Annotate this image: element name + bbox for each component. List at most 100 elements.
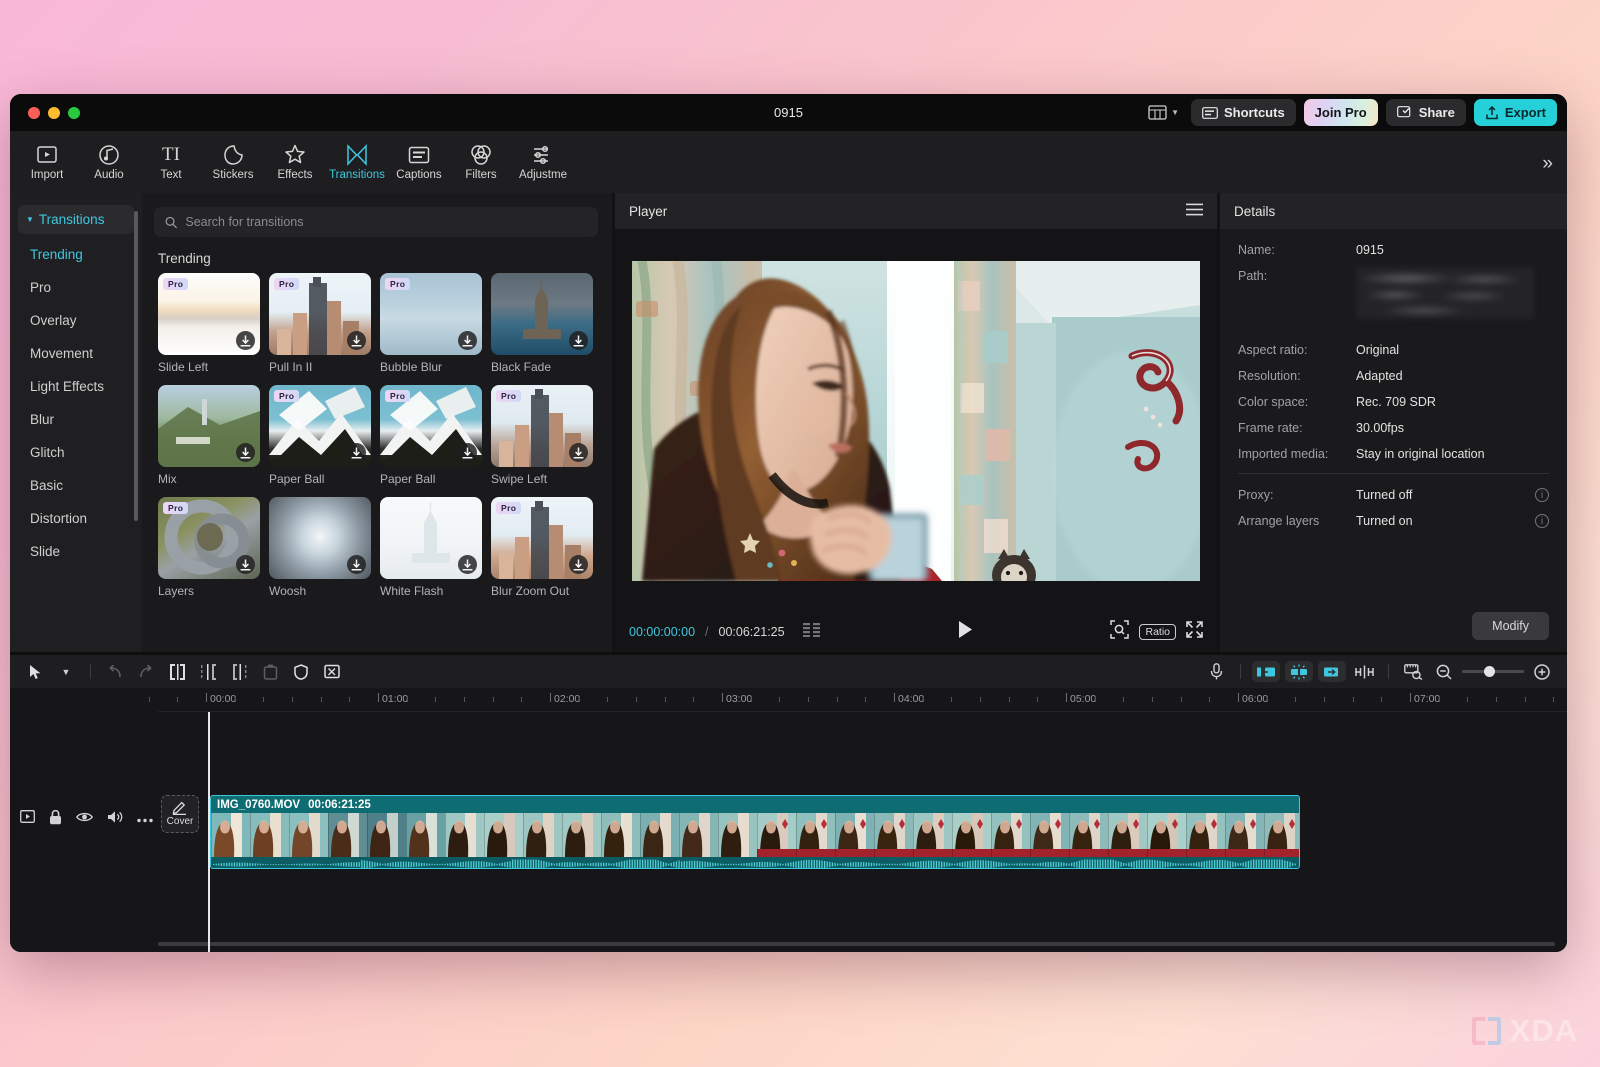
snapshot-button[interactable] <box>1110 620 1130 644</box>
transition-card[interactable]: Pro Blur Zoom Out <box>491 497 593 598</box>
download-button[interactable] <box>236 331 255 350</box>
transition-card[interactable]: Pro Slide Left <box>158 273 260 374</box>
tab-import[interactable]: Import <box>16 144 78 181</box>
category-overlay[interactable]: Overlay <box>10 304 142 337</box>
shortcuts-button[interactable]: Shortcuts <box>1191 99 1296 126</box>
category-blur[interactable]: Blur <box>10 403 142 436</box>
library-group-transitions[interactable]: ▼ Transitions <box>18 205 134 234</box>
measure-button[interactable] <box>1400 660 1426 684</box>
transition-card[interactable]: Pro Swipe Left <box>491 385 593 486</box>
export-button[interactable]: Export <box>1473 99 1557 126</box>
crop-button[interactable] <box>319 660 345 684</box>
category-distortion[interactable]: Distortion <box>10 502 142 535</box>
keyframe-button[interactable] <box>1351 660 1377 684</box>
transition-thumbnail[interactable]: Pro <box>269 273 371 355</box>
track-area[interactable]: IMG_0760.MOV 00:06:21:25 <box>158 712 1567 952</box>
timeline-ruler[interactable]: 00:00 01:00 02:00 03:00 04:00 05:00 06:00 07:00 <box>148 688 1567 712</box>
toggle-visibility-button[interactable] <box>75 810 94 830</box>
download-button[interactable] <box>458 331 477 350</box>
play-button[interactable] <box>958 621 973 643</box>
tab-transitions[interactable]: Transitions <box>326 143 388 181</box>
info-icon[interactable]: i <box>1535 514 1549 528</box>
search-bar[interactable] <box>154 207 598 237</box>
protect-button[interactable] <box>288 660 314 684</box>
undo-button[interactable] <box>102 660 128 684</box>
trim-right-button[interactable] <box>226 660 252 684</box>
toolbar-overflow-button[interactable]: » <box>1542 153 1553 175</box>
tab-audio[interactable]: Audio <box>78 144 140 181</box>
transition-card[interactable]: Black Fade <box>491 273 593 374</box>
transition-card[interactable]: Pro Pull In II <box>269 273 371 374</box>
track-preview-button[interactable] <box>20 810 35 830</box>
category-movement[interactable]: Movement <box>10 337 142 370</box>
download-button[interactable] <box>347 331 366 350</box>
redo-button[interactable] <box>133 660 159 684</box>
tab-effects[interactable]: Effects <box>264 144 326 181</box>
category-trending[interactable]: Trending <box>10 238 142 271</box>
track-more-button[interactable] <box>137 810 153 830</box>
transition-thumbnail[interactable]: Pro <box>158 497 260 579</box>
lock-track-button[interactable] <box>49 809 62 830</box>
zoom-out-button[interactable] <box>1431 660 1457 684</box>
close-window-button[interactable] <box>28 106 40 119</box>
transition-thumbnail[interactable]: Pro <box>158 273 260 355</box>
mute-track-button[interactable] <box>107 810 123 830</box>
timeline-clip[interactable]: IMG_0760.MOV 00:06:21:25 <box>210 795 1300 869</box>
category-light-effects[interactable]: Light Effects <box>10 370 142 403</box>
tab-adjustme[interactable]: Adjustme <box>512 144 574 181</box>
layout-button[interactable]: ▼ <box>1144 101 1183 124</box>
maximize-window-button[interactable] <box>68 106 80 119</box>
video-preview[interactable] <box>632 260 1200 581</box>
insert-left-button[interactable] <box>1252 661 1280 682</box>
category-slide[interactable]: Slide <box>10 535 142 568</box>
share-button[interactable]: Share <box>1385 99 1466 126</box>
transition-card[interactable]: White Flash <box>380 497 482 598</box>
transition-thumbnail[interactable]: Pro <box>491 385 593 467</box>
info-icon[interactable]: i <box>1535 488 1549 502</box>
tab-text[interactable]: TI Text <box>140 144 202 181</box>
download-button[interactable] <box>458 555 477 574</box>
transition-card[interactable]: Woosh <box>269 497 371 598</box>
minimize-window-button[interactable] <box>48 106 60 119</box>
transition-thumbnail[interactable]: Pro <box>269 385 371 467</box>
category-pro[interactable]: Pro <box>10 271 142 304</box>
playhead[interactable] <box>208 712 210 952</box>
category-glitch[interactable]: Glitch <box>10 436 142 469</box>
transition-thumbnail[interactable] <box>269 497 371 579</box>
transition-thumbnail[interactable]: Pro <box>380 385 482 467</box>
download-button[interactable] <box>236 555 255 574</box>
transition-card[interactable]: Pro Paper Ball <box>380 385 482 486</box>
download-button[interactable] <box>569 331 588 350</box>
delete-button[interactable] <box>257 660 283 684</box>
trim-left-button[interactable] <box>195 660 221 684</box>
transition-card[interactable]: Pro Layers <box>158 497 260 598</box>
tab-captions[interactable]: Captions <box>388 144 450 181</box>
category-scrollbar[interactable] <box>134 211 138 521</box>
search-input[interactable] <box>185 215 587 229</box>
download-button[interactable] <box>569 555 588 574</box>
transition-thumbnail[interactable] <box>380 497 482 579</box>
modify-button[interactable]: Modify <box>1472 612 1549 640</box>
tab-filters[interactable]: Filters <box>450 144 512 181</box>
record-voiceover-button[interactable] <box>1203 660 1229 684</box>
zoom-slider[interactable] <box>1462 666 1524 677</box>
cursor-tool-dropdown[interactable]: ▼ <box>53 660 79 684</box>
download-button[interactable] <box>347 555 366 574</box>
zoom-in-button[interactable] <box>1529 660 1555 684</box>
transition-thumbnail[interactable] <box>158 385 260 467</box>
zoom-slider-handle[interactable] <box>1484 666 1495 677</box>
player-menu-button[interactable] <box>1186 203 1203 219</box>
transition-thumbnail[interactable] <box>491 273 593 355</box>
download-button[interactable] <box>347 443 366 462</box>
join-pro-button[interactable]: Join Pro <box>1303 99 1378 126</box>
timeline-horizontal-scrollbar[interactable] <box>158 942 1555 946</box>
transition-card[interactable]: Pro Paper Ball <box>269 385 371 486</box>
insert-right-button[interactable] <box>1318 661 1346 682</box>
quality-button[interactable] <box>802 622 821 642</box>
transition-thumbnail[interactable]: Pro <box>491 497 593 579</box>
download-button[interactable] <box>458 443 477 462</box>
transition-thumbnail[interactable]: Pro <box>380 273 482 355</box>
cursor-tool-button[interactable] <box>22 660 48 684</box>
fullscreen-button[interactable] <box>1186 621 1203 643</box>
transition-card[interactable]: Pro Bubble Blur <box>380 273 482 374</box>
